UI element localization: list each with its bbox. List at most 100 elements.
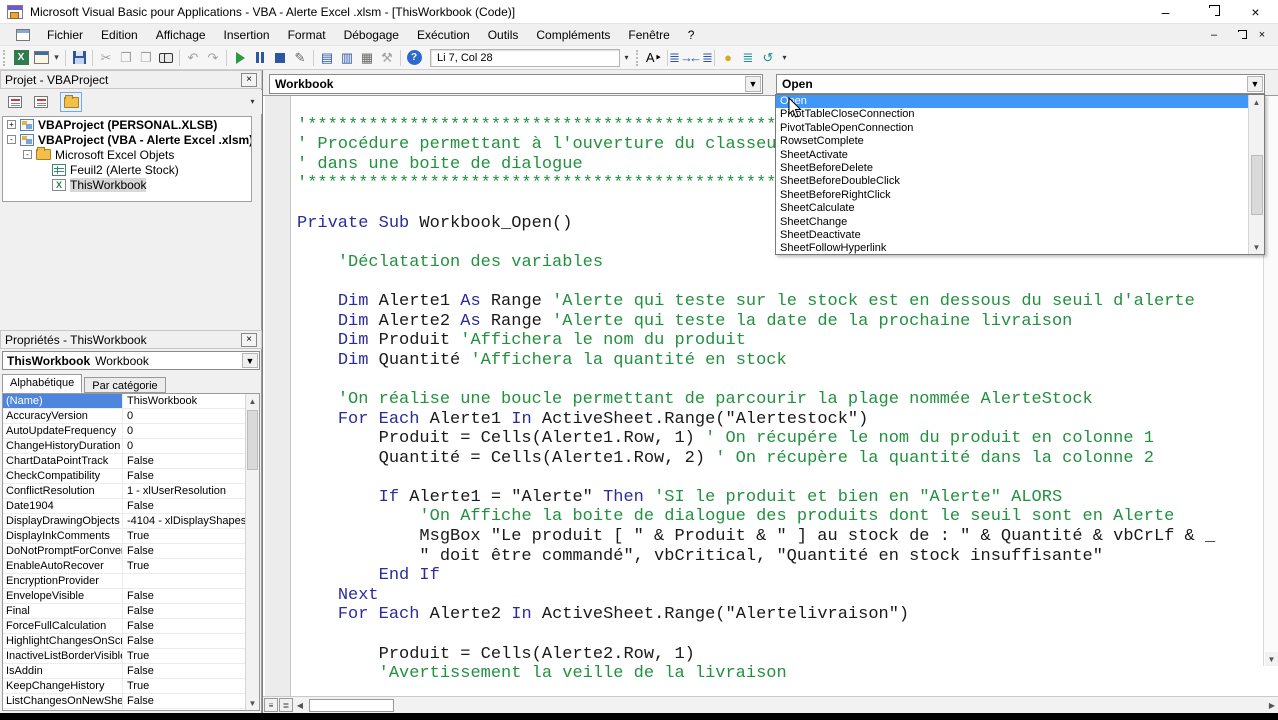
scroll-down-icon[interactable]: ▼ [246,696,259,710]
object-combo-dropdown-icon[interactable]: ▼ [745,76,761,92]
tree-item-microsoft-excel-objets[interactable]: -Microsoft Excel Objets [3,147,251,162]
menu-item-edition[interactable]: Edition [92,25,147,45]
scroll-up-icon[interactable]: ▲ [246,394,259,408]
property-row-highlightchangesonscree[interactable]: HighlightChangesOnScreeFalse [3,634,259,649]
property-row-checkcompatibility[interactable]: CheckCompatibilityFalse [3,469,259,484]
property-row-autoupdatefrequency[interactable]: AutoUpdateFrequency0 [3,424,259,439]
reset-icon[interactable] [270,48,290,68]
scroll-down-icon[interactable]: ▼ [1250,240,1263,254]
edit-toolbar-grip[interactable] [636,50,641,66]
menu-item-d-bogage[interactable]: Débogage [335,25,408,45]
menu-item-item[interactable]: ? [679,25,704,45]
scroll-up-icon[interactable]: ▲ [1250,95,1263,109]
restore-button[interactable] [1188,0,1233,24]
property-row-keepchangehistory[interactable]: KeepChangeHistoryTrue [3,679,259,694]
event-item-sheetbeforerightclick[interactable]: SheetBeforeRightClick [776,189,1264,202]
dropdown-scrollbar[interactable]: ▲ ▼ [1248,95,1264,254]
tree-item-vbaproject-personal-xlsb[interactable]: +VBAProject (PERSONAL.XLSB) [3,117,251,132]
tree-item-vbaproject-vba-alerte-excel-xlsm[interactable]: -VBAProject (VBA - Alerte Excel .xlsm) [3,132,251,147]
property-row-encryptionprovider[interactable]: EncryptionProvider [3,574,259,589]
property-row-chartdatapointtrack[interactable]: ChartDataPointTrackFalse [3,454,259,469]
close-button[interactable]: × [1233,0,1278,24]
child-close-button[interactable]: × [1252,27,1272,43]
scroll-thumb[interactable] [309,699,394,712]
property-row-enableautorecover[interactable]: EnableAutoRecoverTrue [3,559,259,574]
project-explorer-icon[interactable]: ▤ [317,48,337,68]
child-restore-button[interactable] [1228,27,1248,43]
child-minimize-button[interactable]: – [1204,27,1224,43]
code-vertical-scrollbar[interactable]: ▼ [1263,96,1278,666]
property-row-displaydrawingobjects[interactable]: DisplayDrawingObjects-4104 - xlDisplaySh… [3,514,259,529]
code-horizontal-scrollbar[interactable]: ≡ ≣ ◀ ▶ [263,696,1278,713]
outdent-icon[interactable]: ←≣ [691,48,711,68]
complete-word-icon[interactable]: A‣ [644,48,664,68]
menu-item-ex-cution[interactable]: Exécution [408,25,479,45]
project-toolbar-overflow-icon[interactable]: ▾ [246,92,259,112]
tab-alphabetique[interactable]: Alphabétique [2,374,82,393]
menu-item-affichage[interactable]: Affichage [147,25,215,45]
event-item-sheetchange[interactable]: SheetChange [776,216,1264,229]
view-object-button[interactable] [30,92,52,112]
event-item-sheetbeforedelete[interactable]: SheetBeforeDelete [776,162,1264,175]
scroll-right-icon[interactable]: ▶ [1265,698,1278,712]
cut-icon[interactable]: ✂ [96,48,116,68]
properties-close-button[interactable]: × [241,333,257,347]
properties-combo-dropdown-icon[interactable]: ▼ [242,353,258,368]
uncomment-block-icon[interactable]: ↺ [758,48,778,68]
event-item-sheetbeforedoubleclick[interactable]: SheetBeforeDoubleClick [776,175,1264,188]
menu-item-format[interactable]: Format [279,25,335,45]
scroll-down-icon[interactable]: ▼ [1265,652,1278,666]
event-item-pivottablecloseconnection[interactable]: PivotTableCloseConnection [776,108,1264,121]
copy-icon[interactable]: ❐ [116,48,136,68]
toolbox-icon[interactable]: ⚒ [377,48,397,68]
tab-par-categorie[interactable]: Par catégorie [84,377,165,393]
property-row-forcefullcalculation[interactable]: ForceFullCalculationFalse [3,619,259,634]
insert-dropdown-caret-icon[interactable]: ▾ [51,48,62,68]
project-close-button[interactable]: × [241,73,257,87]
property-row-listchangesonnewsheet[interactable]: ListChangesOnNewSheetFalse [3,694,259,709]
scroll-thumb[interactable] [1251,155,1263,215]
scroll-thumb[interactable] [247,410,258,470]
undo-icon[interactable]: ↶ [183,48,203,68]
property-row-displayinkcomments[interactable]: DisplayInkCommentsTrue [3,529,259,544]
tree-item-feuil2-alerte-stock[interactable]: Feuil2 (Alerte Stock) [3,162,251,177]
event-item-open[interactable]: Open [776,95,1264,108]
properties-scrollbar[interactable]: ▲ ▼ [245,394,259,710]
help-icon[interactable]: ? [404,48,424,68]
design-mode-icon[interactable]: ✎ [290,48,310,68]
toolbar-grip[interactable] [3,50,8,66]
property-row-envelopevisible[interactable]: EnvelopeVisibleFalse [3,589,259,604]
event-combo[interactable]: Open ▼ [776,74,1265,94]
menu-item-insertion[interactable]: Insertion [215,25,279,45]
event-item-sheetcalculate[interactable]: SheetCalculate [776,202,1264,215]
object-combo[interactable]: Workbook ▼ [269,74,763,94]
child-window-icon[interactable] [16,29,30,41]
property-row-inactivelistbordervisible[interactable]: InactiveListBorderVisibleTrue [3,649,259,664]
event-item-sheetfollowhyperlink[interactable]: SheetFollowHyperlink [776,242,1264,255]
toolbar-overflow-icon[interactable]: ▾ [620,48,633,68]
procedure-view-icon[interactable]: ≡ [264,698,278,712]
menu-item-outils[interactable]: Outils [479,25,528,45]
event-combo-dropdown-icon[interactable]: ▼ [1247,76,1263,92]
menu-item-fichier[interactable]: Fichier [38,25,92,45]
property-row-changehistoryduration[interactable]: ChangeHistoryDuration0 [3,439,259,454]
scroll-left-icon[interactable]: ◀ [293,698,307,712]
minimize-button[interactable]: – [1143,0,1188,24]
property-row-donotpromptforconvert[interactable]: DoNotPromptForConvertFalse [3,544,259,559]
menu-item-compl-ments[interactable]: Compléments [527,25,619,45]
comment-block-icon[interactable]: ≣ [738,48,758,68]
view-excel-icon[interactable]: X [11,48,31,68]
tree-item-thisworkbook[interactable]: XThisWorkbook [3,177,251,192]
indent-icon[interactable]: ≣→ [671,48,691,68]
event-item-sheetactivate[interactable]: SheetActivate [776,149,1264,162]
find-icon[interactable] [156,48,176,68]
paste-icon[interactable]: ❒ [136,48,156,68]
redo-icon[interactable]: ↷ [203,48,223,68]
properties-object-combo[interactable]: ThisWorkbook Workbook ▼ [2,351,260,370]
collapse-icon[interactable]: - [23,150,32,159]
save-icon[interactable] [69,48,89,68]
insert-userform-icon[interactable] [31,48,51,68]
property-row-conflictresolution[interactable]: ConflictResolution1 - xlUserResolution [3,484,259,499]
edit-toolbar-overflow-icon[interactable]: ▾ [778,48,791,68]
collapse-icon[interactable]: - [7,135,16,144]
